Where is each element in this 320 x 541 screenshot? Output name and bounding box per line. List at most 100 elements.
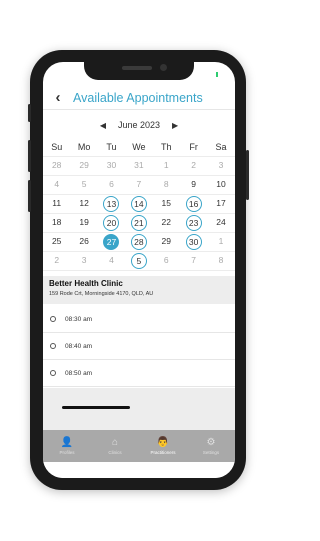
available-day[interactable]: 13 (103, 196, 120, 212)
calendar-day-cell[interactable]: 28 (43, 157, 70, 176)
calendar-day[interactable]: 12 (76, 196, 92, 212)
calendar-day-cell[interactable]: 15 (153, 195, 180, 214)
available-day[interactable]: 23 (185, 215, 202, 231)
tab-profiles[interactable]: 👤 Profiles (43, 430, 91, 462)
home-indicator[interactable] (62, 406, 130, 409)
calendar-day-cell[interactable]: 12 (70, 195, 97, 214)
doctor-icon: 👨 (156, 437, 170, 448)
calendar-day-cell[interactable]: 3 (207, 157, 234, 176)
calendar-day[interactable]: 5 (76, 177, 92, 193)
calendar-day[interactable]: 18 (49, 215, 65, 231)
calendar-day-cell[interactable]: 13 (98, 195, 125, 214)
calendar-day[interactable]: 8 (213, 253, 229, 269)
back-button[interactable]: ‹ (47, 89, 69, 106)
calendar-day[interactable]: 26 (76, 234, 92, 250)
calendar-day[interactable]: 7 (186, 253, 202, 269)
calendar-day-cell[interactable]: 25 (43, 233, 70, 252)
calendar-day[interactable]: 1 (158, 158, 174, 174)
available-day[interactable]: 16 (185, 196, 202, 212)
available-day[interactable]: 20 (103, 215, 120, 231)
calendar-day-cell[interactable]: 23 (180, 214, 207, 233)
calendar-day[interactable]: 29 (76, 158, 92, 174)
calendar-day-cell[interactable]: 4 (98, 252, 125, 271)
calendar-day[interactable]: 19 (76, 215, 92, 231)
available-day[interactable]: 30 (185, 234, 202, 250)
calendar-day-cell[interactable]: 18 (43, 214, 70, 233)
calendar-day[interactable]: 1 (213, 234, 229, 250)
calendar-day[interactable]: 3 (76, 253, 92, 269)
tab-practitioners[interactable]: 👨 Practitioners (139, 430, 187, 462)
calendar-day-cell[interactable]: 5 (70, 176, 97, 195)
calendar-day[interactable]: 31 (131, 158, 147, 174)
calendar-day[interactable]: 11 (49, 196, 65, 212)
month-navigator: ◀ June 2023 ▶ (43, 116, 235, 134)
time-slot-row[interactable]: 08:50 am (43, 360, 235, 387)
tab-clinics[interactable]: ⌂ Clinics (91, 430, 139, 462)
time-slot-row[interactable]: 08:30 am (43, 306, 235, 333)
calendar-day[interactable]: 4 (103, 253, 119, 269)
calendar-day[interactable]: 6 (103, 177, 119, 193)
calendar-day-cell[interactable]: 26 (70, 233, 97, 252)
calendar-day[interactable]: 30 (103, 158, 119, 174)
calendar-day[interactable]: 15 (158, 196, 174, 212)
calendar-day[interactable]: 2 (49, 253, 65, 269)
calendar-day-cell[interactable]: 28 (125, 233, 152, 252)
calendar-day[interactable]: 10 (213, 177, 229, 193)
selected-day[interactable]: 27 (103, 234, 120, 250)
calendar-day-cell[interactable]: 3 (70, 252, 97, 271)
calendar-day-cell[interactable]: 1 (207, 233, 234, 252)
calendar-day-cell[interactable]: 20 (98, 214, 125, 233)
calendar-day[interactable]: 2 (186, 158, 202, 174)
calendar-day-cell[interactable]: 8 (207, 252, 234, 271)
calendar-day-cell[interactable]: 17 (207, 195, 234, 214)
calendar-day-cell[interactable]: 5 (125, 252, 152, 271)
calendar-day-cell[interactable]: 29 (153, 233, 180, 252)
calendar-day-cell[interactable]: 9 (180, 176, 207, 195)
calendar-day-cell[interactable]: 6 (153, 252, 180, 271)
tab-settings[interactable]: ⚙ Settings (187, 430, 235, 462)
time-slot-row[interactable]: 08:40 am (43, 333, 235, 360)
calendar-day-cell[interactable]: 21 (125, 214, 152, 233)
calendar-day-cell[interactable]: 24 (207, 214, 234, 233)
calendar-day[interactable]: 24 (213, 215, 229, 231)
prev-month-button[interactable]: ◀ (100, 121, 106, 130)
calendar-day-cell[interactable]: 14 (125, 195, 152, 214)
calendar-day-cell[interactable]: 29 (70, 157, 97, 176)
calendar-day[interactable]: 7 (131, 177, 147, 193)
radio-button[interactable] (50, 316, 56, 322)
calendar-day-cell[interactable]: 19 (70, 214, 97, 233)
calendar-day[interactable]: 25 (49, 234, 65, 250)
calendar-day-cell[interactable]: 7 (180, 252, 207, 271)
radio-button[interactable] (50, 370, 56, 376)
available-day[interactable]: 28 (130, 234, 147, 250)
calendar-day[interactable]: 28 (49, 158, 65, 174)
calendar-day-cell[interactable]: 31 (125, 157, 152, 176)
calendar-day-cell[interactable]: 11 (43, 195, 70, 214)
calendar-day-cell[interactable]: 8 (153, 176, 180, 195)
next-month-button[interactable]: ▶ (172, 121, 178, 130)
calendar-day-cell[interactable]: 6 (98, 176, 125, 195)
calendar-day[interactable]: 8 (158, 177, 174, 193)
calendar-day[interactable]: 17 (213, 196, 229, 212)
available-day[interactable]: 14 (130, 196, 147, 212)
calendar-day-cell[interactable]: 7 (125, 176, 152, 195)
calendar-day[interactable]: 29 (158, 234, 174, 250)
available-day[interactable]: 5 (130, 253, 147, 269)
calendar-day[interactable]: 9 (186, 177, 202, 193)
calendar-day[interactable]: 22 (158, 215, 174, 231)
calendar-day-cell[interactable]: 16 (180, 195, 207, 214)
calendar-day-cell[interactable]: 2 (43, 252, 70, 271)
calendar-day-cell[interactable]: 22 (153, 214, 180, 233)
calendar-day-cell[interactable]: 30 (98, 157, 125, 176)
calendar-day-cell[interactable]: 27 (98, 233, 125, 252)
calendar-day-cell[interactable]: 30 (180, 233, 207, 252)
calendar-day[interactable]: 6 (158, 253, 174, 269)
calendar-day-cell[interactable]: 2 (180, 157, 207, 176)
available-day[interactable]: 21 (130, 215, 147, 231)
calendar-day-cell[interactable]: 4 (43, 176, 70, 195)
radio-button[interactable] (50, 343, 56, 349)
calendar-day-cell[interactable]: 10 (207, 176, 234, 195)
calendar-day[interactable]: 4 (49, 177, 65, 193)
calendar-day[interactable]: 3 (213, 158, 229, 174)
calendar-day-cell[interactable]: 1 (153, 157, 180, 176)
